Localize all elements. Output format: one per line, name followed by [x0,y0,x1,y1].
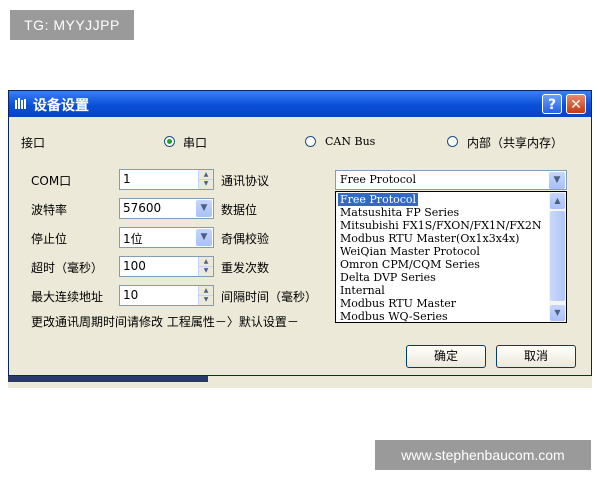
radio-internal[interactable] [447,136,458,147]
ok-button[interactable]: 确定 [406,345,486,368]
protocol-option[interactable]: WeiQian Master Protocol [338,245,482,258]
baud-label: 波特率 [31,203,68,217]
help-button[interactable]: ? [542,94,562,114]
background-window-edge [8,376,592,388]
max-address-spin-buttons[interactable]: ▲ ▼ [198,286,213,305]
stop-bits-label: 停止位 [31,232,68,246]
protocol-label: 通讯协议 [221,174,270,188]
title-bar[interactable]: 设备设置 ? ✕ [9,91,591,117]
background-window-bar [8,376,208,382]
hint-text: 更改通讯周期时间请修改 工程属性－〉默认设置－ [31,315,299,329]
com-port-value: 1 [123,172,131,186]
retry-count-label: 重发次数 [221,261,270,275]
radio-can-bus[interactable] [305,136,316,147]
chevron-down-icon[interactable]: ▼ [196,229,212,246]
com-label: COM口 [31,174,72,188]
interval-label: 间隔时间（毫秒） [221,290,318,304]
cancel-button[interactable]: 取消 [496,345,576,368]
data-bits-label: 数据位 [221,203,258,217]
parity-label: 奇偶校验 [221,232,270,246]
chevron-down-icon[interactable]: ▼ [196,200,212,217]
timeout-label: 超时（毫秒） [31,261,104,275]
baud-rate-select[interactable]: 57600 ▼ [119,198,214,219]
max-address-value: 10 [123,288,139,302]
protocol-select[interactable]: Free Protocol ▼ [335,170,567,190]
radio-can-bus-label[interactable]: CAN Bus [325,135,375,148]
protocol-option[interactable]: Internal [338,284,387,297]
timeout-spinner[interactable]: 100 ▲ ▼ [119,256,214,277]
protocol-option[interactable]: Free Protocol [338,193,419,206]
close-button[interactable]: ✕ [566,94,586,114]
interface-label: 接口 [21,136,46,150]
radio-serial[interactable] [164,136,175,147]
scroll-down-icon[interactable]: ▼ [550,305,565,321]
radio-internal-label[interactable]: 内部（共享内存） [467,134,563,151]
spin-down-icon[interactable]: ▼ [199,295,213,304]
protocol-dropdown-list[interactable]: Free Protocol Matsushita FP Series Mitsu… [335,191,567,323]
list-scrollbar[interactable]: ▲ ▼ [549,192,566,322]
device-settings-dialog: 设备设置 ? ✕ 接口 串口 CAN Bus 内部（共享内存） COM口 波特率… [8,90,592,376]
com-port-spinner[interactable]: 1 ▲ ▼ [119,169,214,190]
chevron-down-icon[interactable]: ▼ [549,172,565,189]
protocol-option[interactable]: Modbus WQ-Series [338,310,450,322]
protocol-value: Free Protocol [340,173,417,186]
max-address-label: 最大连续地址 [31,290,104,304]
scroll-up-icon[interactable]: ▲ [550,193,565,209]
spin-down-icon[interactable]: ▼ [199,179,213,188]
max-address-spinner[interactable]: 10 ▲ ▼ [119,285,214,306]
baud-rate-value: 57600 [123,201,162,215]
watermark-top: TG: MYYJJPP [10,10,134,40]
app-icon [15,98,26,109]
scroll-thumb[interactable] [550,211,565,301]
stop-bits-value: 1位 [123,232,143,246]
spin-down-icon[interactable]: ▼ [199,266,213,275]
protocol-option[interactable]: Delta DVP Series [338,271,438,284]
protocol-option[interactable]: Mitsubishi FX1S/FXON/FX1N/FX2N [338,219,543,232]
protocol-option[interactable]: Modbus RTU Master(Ox1x3x4x) [338,232,521,245]
timeout-value: 100 [123,259,146,273]
protocol-option[interactable]: Omron CPM/CQM Series [338,258,482,271]
com-port-spin-buttons[interactable]: ▲ ▼ [198,170,213,189]
protocol-option[interactable]: Matsushita FP Series [338,206,461,219]
protocol-option[interactable]: Modbus RTU Master [338,297,458,310]
watermark-bottom: www.stephenbaucom.com [375,440,591,470]
timeout-spin-buttons[interactable]: ▲ ▼ [198,257,213,276]
dialog-title: 设备设置 [33,98,89,114]
radio-serial-label[interactable]: 串口 [183,134,207,151]
stop-bits-select[interactable]: 1位 ▼ [119,227,214,248]
